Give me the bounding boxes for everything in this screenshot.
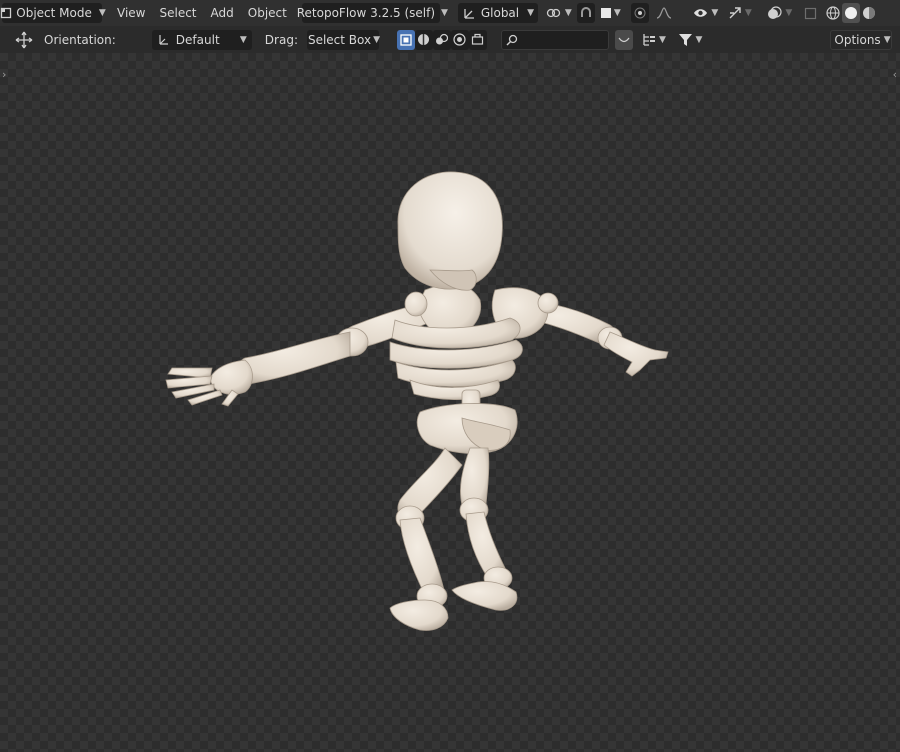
chevron-down-icon: ▼ — [441, 8, 448, 18]
select-invert-icon — [453, 33, 467, 46]
skeleton-model[interactable] — [0, 53, 900, 752]
chevron-down-icon: ▼ — [527, 8, 535, 18]
chevron-down-icon: ▼ — [711, 8, 719, 18]
skeleton-geometry — [165, 171, 669, 631]
proportional-edit-toggle[interactable] — [630, 3, 649, 23]
xray-toggle[interactable] — [801, 3, 821, 23]
search-input[interactable] — [500, 29, 609, 50]
falloff-dropdown[interactable] — [651, 3, 677, 23]
overlay-dropdown[interactable]: ▼ — [763, 3, 797, 23]
select-subtract-button[interactable] — [432, 29, 451, 50]
chevron-down-icon: ▼ — [373, 34, 381, 45]
chevron-down-icon: ▼ — [98, 8, 106, 18]
3d-viewport[interactable]: › ‹ — [0, 53, 900, 752]
shading-solid-button[interactable] — [841, 3, 860, 23]
toolbar-expand-icon[interactable]: › — [2, 68, 6, 81]
chevron-down-icon: ▼ — [883, 34, 891, 45]
menu-object[interactable]: Object — [241, 3, 294, 23]
tool-move-button[interactable] — [12, 30, 36, 50]
overlay-icon — [767, 5, 782, 21]
magnet-icon — [580, 7, 592, 19]
move-icon — [15, 31, 33, 49]
filter-icon — [678, 33, 693, 47]
transform-orientation-dropdown[interactable]: Global ▼ — [457, 3, 538, 23]
menu-select[interactable]: Select — [152, 3, 203, 23]
pivot-icon — [546, 7, 562, 19]
select-extend-button[interactable] — [414, 29, 433, 50]
select-box-icon — [400, 33, 412, 46]
select-intersect-button[interactable] — [468, 29, 487, 50]
addon-label: RetopoFlow 3.2.5 (self) — [296, 6, 436, 20]
orientation-icon — [463, 7, 476, 20]
connected-curve-icon — [618, 35, 630, 45]
orientation-dropdown[interactable]: Default ▼ — [151, 29, 252, 50]
options-label: Options — [834, 32, 881, 47]
snap-toggle[interactable] — [576, 3, 595, 23]
hierarchy-icon — [642, 33, 656, 46]
shading-wireframe-button[interactable] — [824, 3, 842, 23]
shading-material-button[interactable] — [860, 3, 878, 23]
sidebar-expand-icon[interactable]: ‹ — [893, 68, 897, 81]
orientation-label: Orientation: — [44, 32, 116, 47]
chevron-down-icon: ▼ — [785, 8, 793, 18]
select-subtract-icon — [435, 33, 449, 46]
viewport-header: Object Mode ▼ View Select Add Object Ret… — [0, 0, 900, 27]
drag-dropdown[interactable]: Select Box ▼ — [306, 29, 381, 50]
material-icon — [862, 6, 876, 20]
orientation-axes-icon — [157, 33, 170, 46]
menu-add[interactable]: Add — [204, 3, 241, 23]
chevron-down-icon: ▼ — [659, 34, 666, 45]
chevron-down-icon: ▼ — [695, 34, 703, 45]
visibility-dropdown[interactable]: ▼ — [691, 3, 721, 23]
gizmo-dropdown[interactable]: ▼ — [725, 3, 755, 23]
orientation-default: Default — [175, 32, 220, 47]
chevron-down-icon: ▼ — [239, 34, 247, 45]
filter-dropdown[interactable]: ▼ — [674, 30, 706, 50]
falloff-curve-icon — [656, 7, 672, 19]
select-invert-button[interactable] — [450, 29, 469, 50]
select-intersect-icon — [471, 33, 484, 46]
chevron-down-icon: ▼ — [564, 8, 572, 18]
select-box-mode-button[interactable] — [396, 29, 415, 50]
hierarchy-dropdown[interactable]: ▼ — [640, 30, 668, 50]
snap-target-dropdown[interactable]: ▼ — [597, 3, 625, 23]
retopoflow-dropdown[interactable]: RetopoFlow 3.2.5 (self) ▼ — [297, 3, 448, 23]
mode-label: Object Mode — [16, 6, 92, 20]
object-mode-icon — [0, 7, 12, 19]
drag-value: Select Box — [307, 32, 372, 47]
chevron-down-icon: ▼ — [744, 8, 752, 18]
proportional-edit-icon — [634, 7, 646, 19]
search-icon — [506, 34, 518, 46]
select-extend-icon — [417, 33, 430, 46]
pivot-point-dropdown[interactable]: ▼ — [545, 3, 573, 23]
mode-dropdown[interactable]: Object Mode ▼ — [0, 3, 106, 23]
snap-square-icon — [600, 8, 611, 18]
eye-icon — [693, 7, 708, 19]
orientation-value: Global — [480, 6, 520, 20]
menu-view[interactable]: View — [110, 3, 152, 23]
solid-icon — [844, 6, 858, 20]
options-dropdown[interactable]: Options ▼ — [830, 29, 892, 50]
drag-label: Drag: — [264, 32, 298, 47]
connected-toggle[interactable] — [614, 29, 633, 50]
xray-icon — [804, 7, 817, 20]
wireframe-icon — [826, 6, 840, 20]
chevron-down-icon: ▼ — [613, 8, 621, 18]
tool-header: Orientation: Default ▼ Drag: Select Box … — [0, 26, 900, 53]
gizmo-icon — [728, 6, 742, 20]
